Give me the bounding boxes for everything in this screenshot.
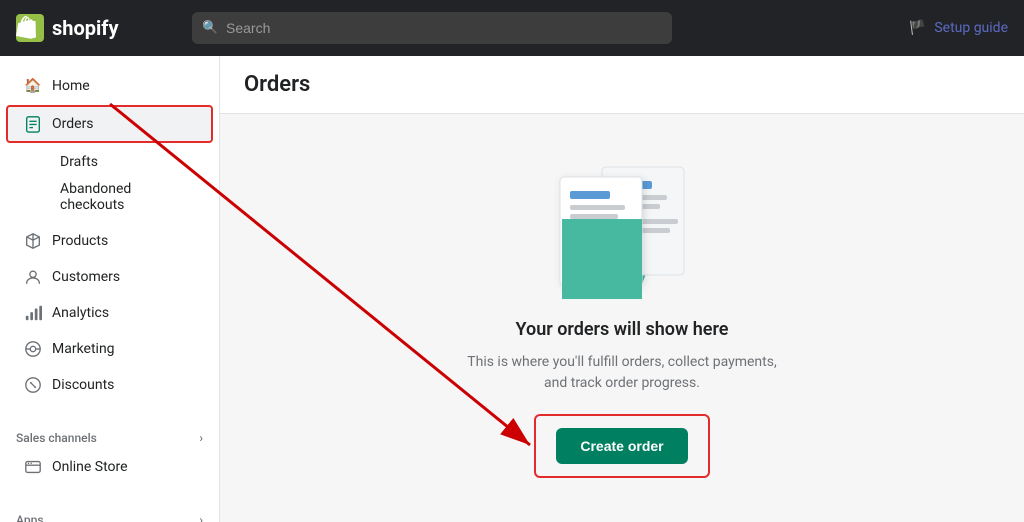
sidebar-item-marketing[interactable]: Marketing bbox=[8, 332, 211, 366]
empty-state-illustration bbox=[542, 159, 702, 299]
chevron-right-icon: › bbox=[199, 431, 203, 445]
online-store-icon bbox=[24, 458, 42, 476]
chevron-right-icon-2: › bbox=[199, 513, 203, 522]
topbar: shopify 🔍 🏴 Setup guide bbox=[0, 0, 1024, 56]
sidebar-online-store-label: Online Store bbox=[52, 459, 128, 475]
search-bar[interactable]: 🔍 bbox=[192, 12, 672, 44]
analytics-icon bbox=[24, 304, 42, 322]
sidebar-item-discounts[interactable]: Discounts bbox=[8, 368, 211, 402]
sidebar: 🏠 Home Orders Drafts Abandoned checkouts bbox=[0, 56, 220, 522]
sidebar-analytics-label: Analytics bbox=[52, 305, 109, 321]
orders-submenu: Drafts Abandoned checkouts bbox=[0, 144, 219, 223]
sidebar-orders-label: Orders bbox=[52, 116, 94, 132]
empty-state: Your orders will show here This is where… bbox=[442, 139, 802, 498]
marketing-icon bbox=[24, 340, 42, 358]
logo-area: shopify bbox=[16, 14, 176, 42]
page-title: Orders bbox=[244, 72, 1000, 97]
sidebar-home-label: Home bbox=[52, 78, 90, 94]
sidebar-item-products[interactable]: Products bbox=[8, 224, 211, 258]
orders-icon bbox=[24, 115, 42, 133]
sidebar-item-abandoned-checkouts[interactable]: Abandoned checkouts bbox=[44, 176, 211, 218]
sidebar-item-drafts[interactable]: Drafts bbox=[44, 149, 211, 175]
sidebar-discounts-label: Discounts bbox=[52, 377, 114, 393]
empty-state-title: Your orders will show here bbox=[516, 319, 729, 340]
sidebar-item-analytics[interactable]: Analytics bbox=[8, 296, 211, 330]
home-icon: 🏠 bbox=[24, 77, 42, 95]
discounts-icon bbox=[24, 376, 42, 394]
products-icon bbox=[24, 232, 42, 250]
sidebar-item-online-store[interactable]: Online Store bbox=[8, 450, 211, 484]
customers-icon bbox=[24, 268, 42, 286]
empty-state-desc: This is where you'll fulfill orders, col… bbox=[462, 352, 782, 394]
apps-section[interactable]: Apps › bbox=[0, 501, 219, 522]
sales-channels-label: Sales channels bbox=[16, 431, 97, 445]
sales-channels-section[interactable]: Sales channels › bbox=[0, 419, 219, 449]
sidebar-customers-label: Customers bbox=[52, 269, 120, 285]
search-icon: 🔍 bbox=[202, 21, 218, 36]
page-header: Orders bbox=[220, 56, 1024, 114]
sidebar-item-orders[interactable]: Orders bbox=[6, 105, 213, 143]
apps-label: Apps bbox=[16, 513, 44, 522]
sidebar-item-customers[interactable]: Customers bbox=[8, 260, 211, 294]
main-layout: 🏠 Home Orders Drafts Abandoned checkouts bbox=[0, 56, 1024, 522]
shopify-logo-icon bbox=[16, 14, 44, 42]
setup-guide-area[interactable]: 🏴 Setup guide bbox=[909, 20, 1008, 36]
create-order-button[interactable]: Create order bbox=[556, 428, 687, 464]
search-input[interactable] bbox=[192, 12, 672, 44]
content-area: Orders bbox=[220, 56, 1024, 522]
setup-guide-label: Setup guide bbox=[934, 20, 1008, 36]
sidebar-item-home[interactable]: 🏠 Home bbox=[8, 69, 211, 103]
create-order-btn-wrapper: Create order bbox=[534, 414, 709, 478]
page-body: Your orders will show here This is where… bbox=[220, 114, 1024, 522]
sidebar-products-label: Products bbox=[52, 233, 108, 249]
logo-text: shopify bbox=[52, 16, 119, 40]
sidebar-marketing-label: Marketing bbox=[52, 341, 115, 357]
setup-guide-flag-icon: 🏴 bbox=[909, 20, 926, 36]
